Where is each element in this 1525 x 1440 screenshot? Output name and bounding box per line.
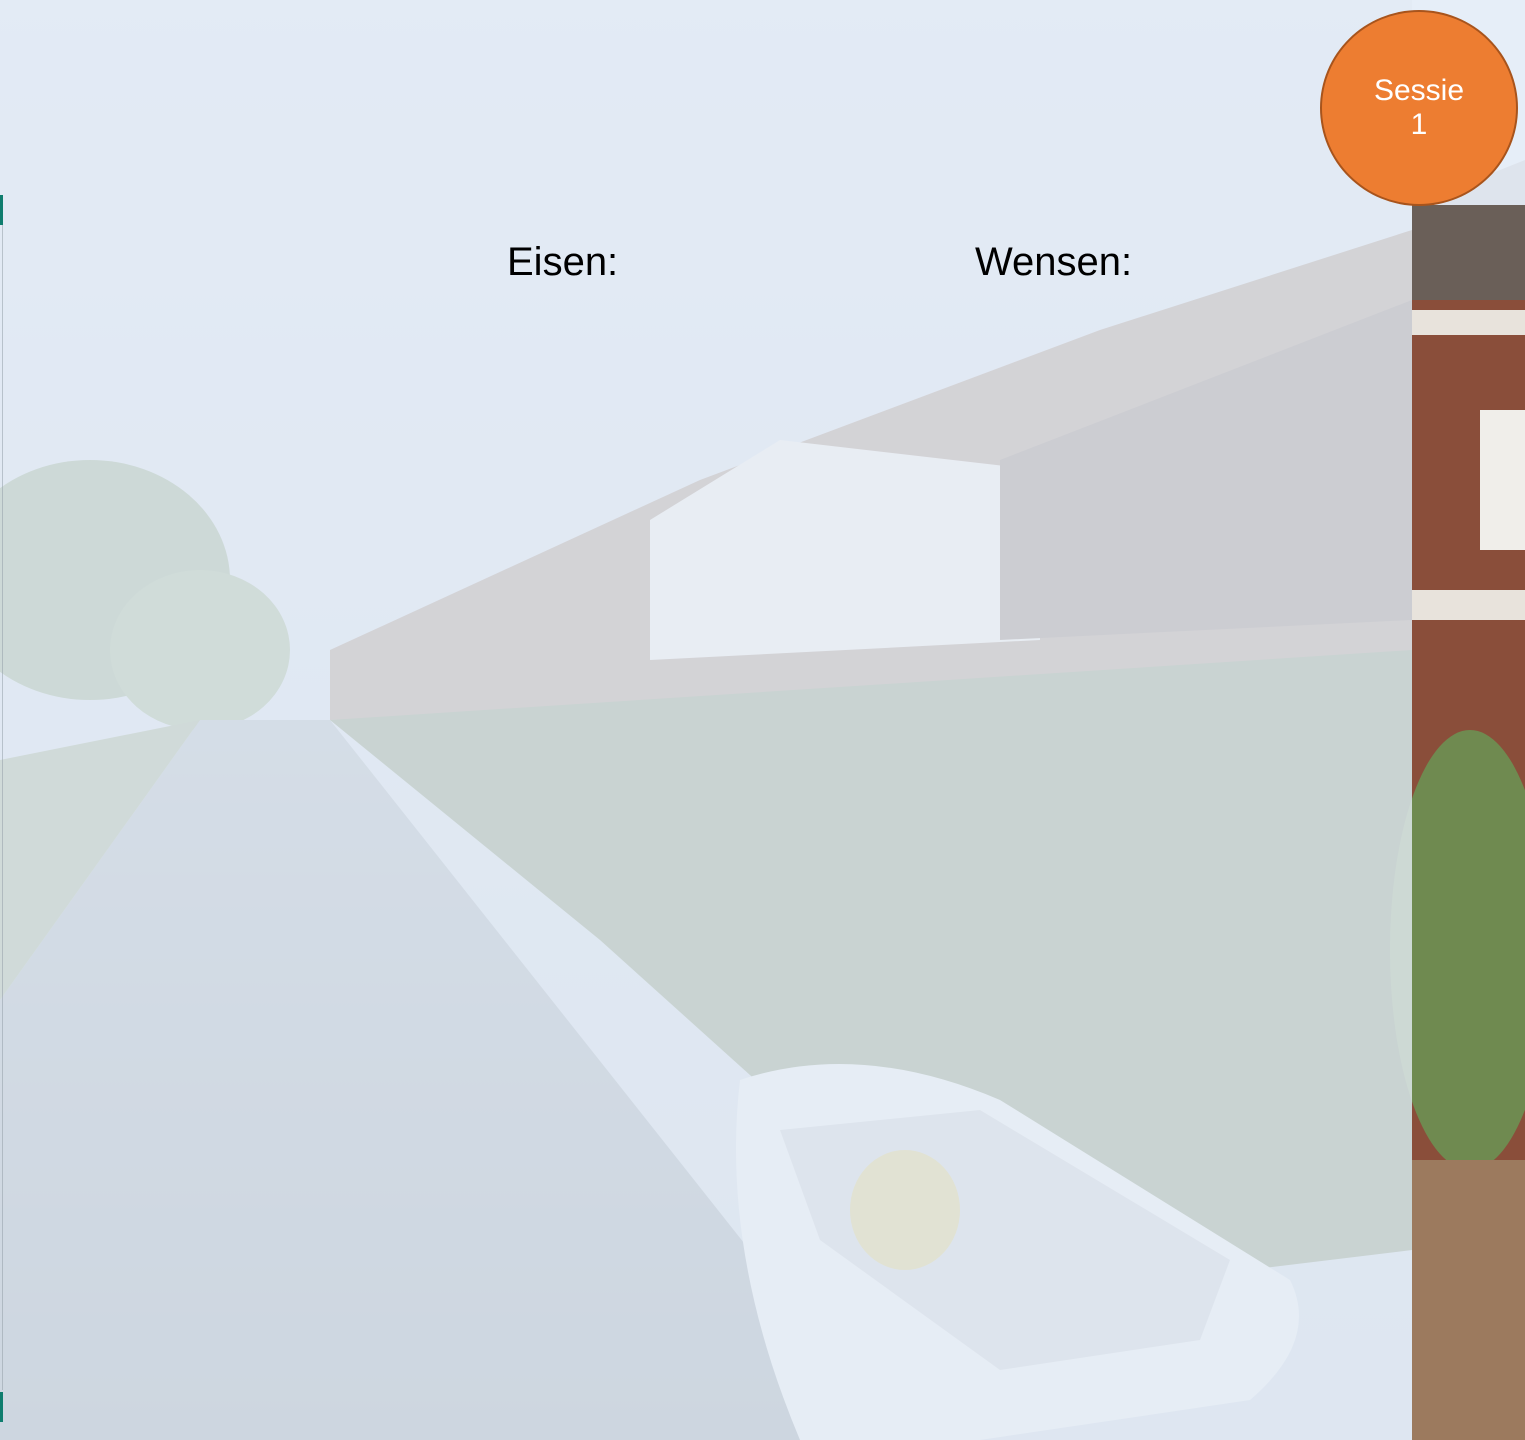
left-edge-marker [0, 1392, 3, 1422]
session-badge-label: Sessie [1373, 74, 1465, 107]
heading-wensen: Wensen: [975, 240, 1133, 284]
heading-eisen: Eisen: [507, 240, 619, 284]
left-edge-marker [0, 195, 3, 225]
session-badge: Sessie 1 [1320, 10, 1518, 206]
whitewash-overlay [0, 0, 1412, 1440]
session-badge-number: 1 [1410, 108, 1428, 141]
left-edge-line [2, 225, 3, 1390]
